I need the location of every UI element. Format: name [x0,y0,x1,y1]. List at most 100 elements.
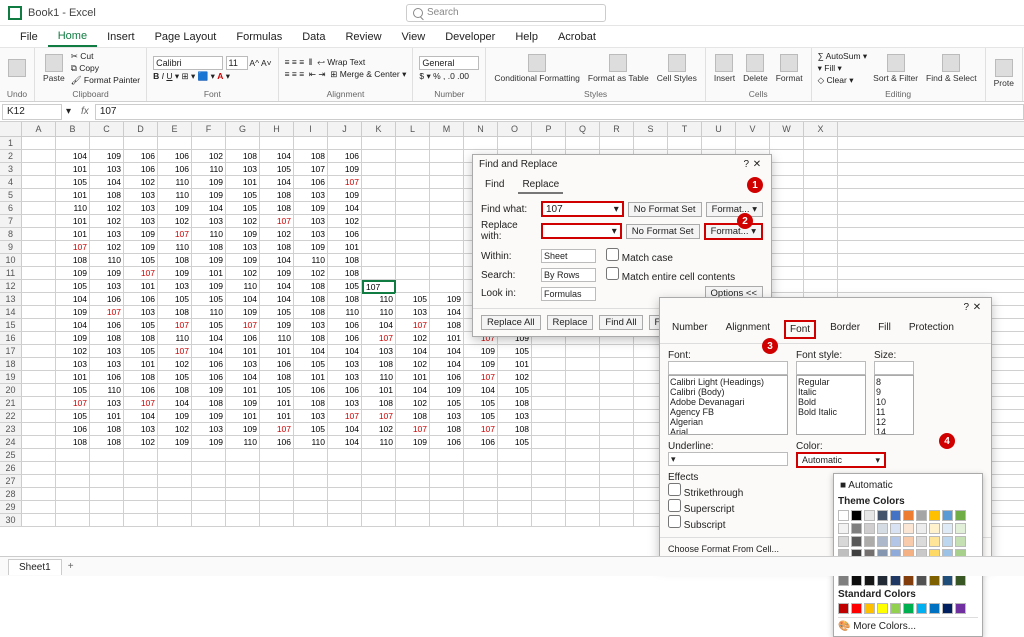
cell[interactable] [464,462,498,474]
cell[interactable]: 103 [90,280,124,292]
cell[interactable] [566,423,600,435]
cell[interactable]: 105 [56,176,90,188]
cell[interactable]: 104 [328,202,362,214]
cell[interactable]: 109 [260,319,294,331]
row-header[interactable]: 20 [0,384,22,396]
number-format-select[interactable]: General [419,56,479,70]
cell[interactable] [22,449,56,461]
cell[interactable]: 104 [294,345,328,357]
cell[interactable]: 109 [124,228,158,240]
cell[interactable]: 103 [498,410,532,422]
column-header[interactable]: E [158,122,192,136]
cell[interactable]: 109 [158,436,192,448]
tab-data[interactable]: Data [292,26,335,47]
cell[interactable]: 105 [56,280,90,292]
cell[interactable] [90,449,124,461]
replace-format-button[interactable]: Format... ▾ [704,223,763,240]
cell[interactable] [22,345,56,357]
cell[interactable]: 104 [192,345,226,357]
cell[interactable]: 108 [294,150,328,162]
cell[interactable] [430,215,464,227]
cell[interactable]: 110 [260,332,294,344]
cell[interactable]: 106 [90,371,124,383]
cell[interactable] [430,488,464,500]
cell[interactable]: 106 [464,436,498,448]
cell[interactable]: 101 [226,410,260,422]
merge-center-button[interactable]: ⊞ Merge & Center ▾ [330,69,406,79]
cell[interactable] [22,293,56,305]
column-header[interactable]: G [226,122,260,136]
cell[interactable] [362,228,396,240]
cell[interactable] [770,189,804,201]
cell[interactable]: 101 [260,410,294,422]
cell[interactable]: 109 [226,254,260,266]
cell[interactable] [600,488,634,500]
cell[interactable]: 103 [90,228,124,240]
color-swatch[interactable] [903,603,914,614]
tab-border[interactable]: Border [826,320,864,339]
cell[interactable] [362,189,396,201]
cell[interactable] [22,410,56,422]
cell[interactable] [362,514,396,526]
cell[interactable]: 107 [464,423,498,435]
cell[interactable]: 107 [158,319,192,331]
cell[interactable]: 104 [192,332,226,344]
color-swatch[interactable] [890,575,901,586]
cell[interactable]: 104 [56,319,90,331]
cell[interactable] [396,488,430,500]
cell[interactable] [22,514,56,526]
search-box[interactable]: Search [406,4,606,22]
search-select[interactable]: By Rows [541,268,596,282]
cell[interactable]: 107 [56,241,90,253]
cell[interactable]: 103 [90,397,124,409]
list-item[interactable]: Agency FB [670,407,786,417]
cell[interactable]: 103 [158,280,192,292]
color-swatch[interactable] [851,510,862,521]
cell[interactable] [158,475,192,487]
color-swatch[interactable] [851,575,862,586]
cell[interactable]: 102 [90,241,124,253]
cell[interactable]: 104 [362,319,396,331]
cell[interactable] [260,501,294,513]
cell[interactable]: 101 [90,410,124,422]
cell[interactable]: 108 [498,423,532,435]
cell[interactable]: 102 [294,267,328,279]
cell[interactable]: 103 [192,215,226,227]
color-swatch[interactable] [851,603,862,614]
cell[interactable]: 109 [430,384,464,396]
cell[interactable]: 104 [124,410,158,422]
cell[interactable]: 108 [430,319,464,331]
row-header[interactable]: 21 [0,397,22,409]
cell[interactable] [804,280,838,292]
cell[interactable]: 104 [260,150,294,162]
cell[interactable]: 102 [90,202,124,214]
row-header[interactable]: 19 [0,371,22,383]
cell[interactable] [396,254,430,266]
color-swatch[interactable] [890,536,901,547]
cell[interactable]: 104 [430,306,464,318]
protect-button[interactable]: Prote [992,57,1016,90]
color-swatch[interactable] [916,523,927,534]
cell[interactable]: 105 [294,423,328,435]
cell[interactable]: 105 [226,202,260,214]
color-swatch[interactable] [838,575,849,586]
tab-fill[interactable]: Fill [874,320,895,339]
list-item[interactable]: Regular [798,377,864,387]
cell[interactable]: 108 [294,293,328,305]
color-swatch[interactable] [864,575,875,586]
cell[interactable] [90,488,124,500]
cell[interactable] [770,241,804,253]
row-header[interactable]: 11 [0,267,22,279]
cell[interactable]: 110 [158,241,192,253]
cell[interactable]: 102 [396,358,430,370]
cell[interactable]: 109 [56,267,90,279]
tab-review[interactable]: Review [335,26,391,47]
cell[interactable]: 109 [90,267,124,279]
cell[interactable]: 103 [294,189,328,201]
color-swatch[interactable] [838,536,849,547]
cell[interactable] [22,475,56,487]
cell[interactable] [328,501,362,513]
cell[interactable]: 108 [124,371,158,383]
column-header[interactable]: W [770,122,804,136]
color-swatch[interactable] [929,523,940,534]
